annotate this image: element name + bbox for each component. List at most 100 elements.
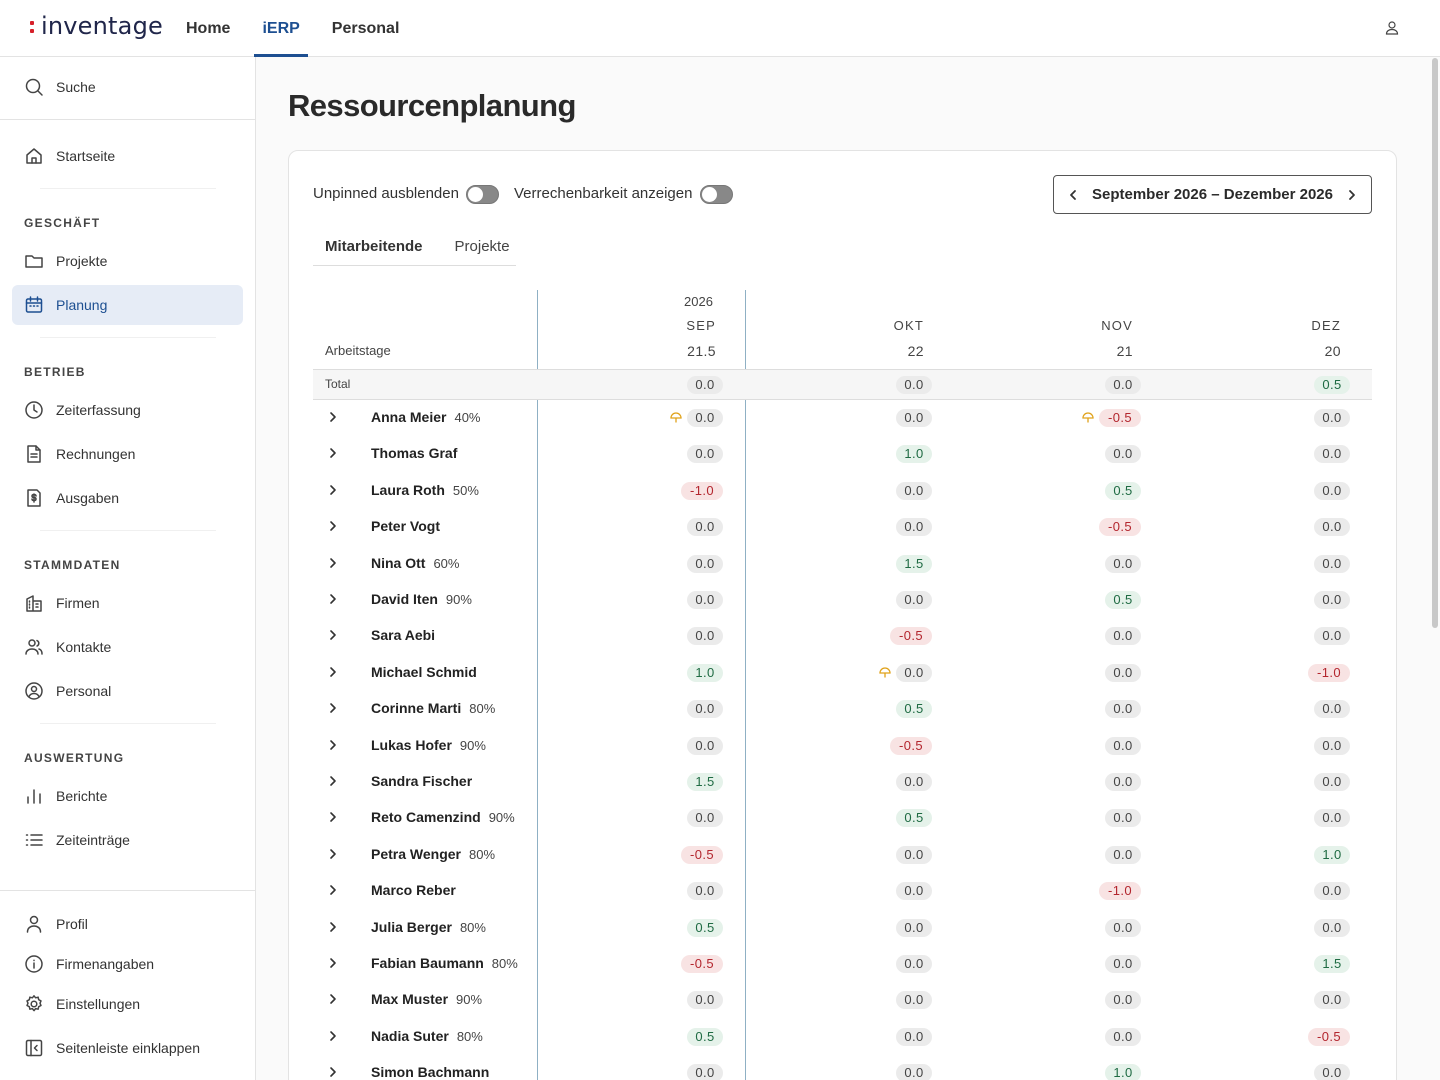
table-row[interactable]: Marco Reber [313,873,1372,909]
total-value-badge[interactable]: 0.5 [1314,376,1350,394]
chevron-right-icon[interactable] [328,1066,338,1078]
chevron-right-icon[interactable] [1345,188,1359,202]
sidebar-item-personal[interactable]: Personal [12,671,243,711]
chevron-right-icon[interactable] [328,520,338,532]
capacity-value-badge[interactable]: 0.0 [687,991,723,1009]
capacity-value-badge[interactable]: 0.0 [896,482,932,500]
capacity-value-badge[interactable]: 0.0 [687,1064,723,1080]
chevron-right-icon[interactable] [328,884,338,896]
sidebar-item-projekte[interactable]: Projekte [12,241,243,281]
tab-projekte[interactable]: Projekte [443,230,522,266]
capacity-value-badge[interactable]: 1.0 [896,445,932,463]
capacity-value-badge[interactable]: 0.0 [687,445,723,463]
sidebar-item-firmenangaben[interactable]: Firmenangaben [12,944,243,984]
capacity-value-badge[interactable]: 0.0 [1105,991,1141,1009]
capacity-value-badge[interactable]: 0.0 [687,409,723,427]
capacity-value-badge[interactable]: 0.0 [1314,773,1350,791]
sidebar-item-startseite[interactable]: Startseite [12,136,243,176]
capacity-value-badge[interactable]: 0.0 [1314,700,1350,718]
table-row[interactable]: David Iten 90% [313,582,1372,618]
capacity-value-badge[interactable]: 0.0 [1105,664,1141,682]
capacity-value-badge[interactable]: 0.0 [896,919,932,937]
capacity-value-badge[interactable]: 0.0 [896,1028,932,1046]
sidebar-item-einstellungen[interactable]: Einstellungen [12,984,243,1024]
table-row[interactable]: Michael Schmid [313,655,1372,691]
chevron-right-icon[interactable] [328,411,338,423]
table-row[interactable]: Corinne Marti 80% [313,691,1372,727]
capacity-value-badge[interactable]: 0.0 [896,955,932,973]
capacity-value-badge[interactable]: 0.0 [1105,445,1141,463]
sidebar-item-ausgaben[interactable]: Ausgaben [12,478,243,518]
sidebar-item-berichte[interactable]: Berichte [12,776,243,816]
capacity-value-badge[interactable]: 0.0 [1314,882,1350,900]
table-row[interactable]: Peter Vogt [313,509,1372,545]
sidebar-search[interactable]: Suche [12,67,243,107]
capacity-value-badge[interactable]: 0.0 [896,846,932,864]
chevron-right-icon[interactable] [328,1030,338,1042]
capacity-value-badge[interactable]: -0.5 [890,627,932,645]
capacity-value-badge[interactable]: 0.0 [1105,627,1141,645]
sidebar-item-zeiterfassung[interactable]: Zeiterfassung [12,390,243,430]
capacity-value-badge[interactable]: 0.0 [896,591,932,609]
date-range-label[interactable]: September 2026 – Dezember 2026 [1092,186,1333,203]
capacity-value-badge[interactable]: 0.0 [687,518,723,536]
scrollbar[interactable] [1432,58,1438,628]
capacity-value-badge[interactable]: 1.5 [896,555,932,573]
capacity-value-badge[interactable]: 1.5 [687,773,723,791]
capacity-value-badge[interactable]: 0.0 [687,882,723,900]
tab-mitarbeitende[interactable]: Mitarbeitende [313,230,435,266]
capacity-value-badge[interactable]: 0.0 [1105,773,1141,791]
chevron-right-icon[interactable] [328,921,338,933]
nav-ierp[interactable]: iERP [254,0,309,57]
capacity-value-badge[interactable]: 0.0 [687,700,723,718]
capacity-value-badge[interactable]: 0.5 [687,919,723,937]
table-row[interactable]: Anna Meier 40% [313,400,1372,436]
chevron-right-icon[interactable] [328,593,338,605]
chevron-right-icon[interactable] [328,739,338,751]
table-row[interactable]: Petra Wenger 80% [313,837,1372,873]
chevron-right-icon[interactable] [328,848,338,860]
capacity-value-badge[interactable]: 1.5 [1314,955,1350,973]
nav-home[interactable]: Home [186,0,230,57]
capacity-value-badge[interactable]: 0.0 [1314,482,1350,500]
table-row[interactable]: Thomas Graf [313,436,1372,472]
table-row[interactable]: Reto Camenzind 90% [313,800,1372,836]
chevron-right-icon[interactable] [328,557,338,569]
total-value-badge[interactable]: 0.0 [896,376,932,394]
capacity-value-badge[interactable]: -0.5 [681,846,723,864]
capacity-value-badge[interactable]: -0.5 [681,955,723,973]
capacity-value-badge[interactable]: 0.0 [1314,445,1350,463]
capacity-value-badge[interactable]: 0.0 [1105,809,1141,827]
nav-personal[interactable]: Personal [332,0,400,57]
capacity-value-badge[interactable]: 0.5 [1105,482,1141,500]
sidebar-item-planung[interactable]: Planung [12,285,243,325]
capacity-value-badge[interactable]: 0.0 [1105,955,1141,973]
capacity-value-badge[interactable]: 0.0 [687,591,723,609]
capacity-value-badge[interactable]: 0.0 [1105,737,1141,755]
sidebar-item-firmen[interactable]: Firmen [12,583,243,623]
sidebar-item-profil[interactable]: Profil [12,904,243,944]
capacity-value-badge[interactable]: 0.0 [896,882,932,900]
table-row[interactable]: Sara Aebi [313,618,1372,654]
chevron-right-icon[interactable] [328,666,338,678]
capacity-value-badge[interactable]: 1.0 [1314,846,1350,864]
capacity-value-badge[interactable]: 0.5 [687,1028,723,1046]
table-row[interactable]: Simon Bachmann [313,1055,1372,1080]
capacity-value-badge[interactable]: 0.0 [1314,409,1350,427]
toggle-billing-switch[interactable] [700,185,733,204]
chevron-right-icon[interactable] [328,629,338,641]
chevron-right-icon[interactable] [328,775,338,787]
chevron-right-icon[interactable] [328,957,338,969]
capacity-value-badge[interactable]: 0.0 [1314,737,1350,755]
capacity-value-badge[interactable]: 0.0 [896,1064,932,1080]
total-value-badge[interactable]: 0.0 [1105,376,1141,394]
capacity-value-badge[interactable]: 0.0 [1105,1028,1141,1046]
chevron-right-icon[interactable] [328,702,338,714]
sidebar-item-rechnungen[interactable]: Rechnungen [12,434,243,474]
capacity-value-badge[interactable]: -1.0 [1308,664,1350,682]
table-row[interactable]: Nadia Suter 80% [313,1019,1372,1055]
capacity-value-badge[interactable]: -0.5 [890,737,932,755]
chevron-right-icon[interactable] [328,484,338,496]
capacity-value-badge[interactable]: 0.0 [896,991,932,1009]
capacity-value-badge[interactable]: 0.0 [1314,809,1350,827]
